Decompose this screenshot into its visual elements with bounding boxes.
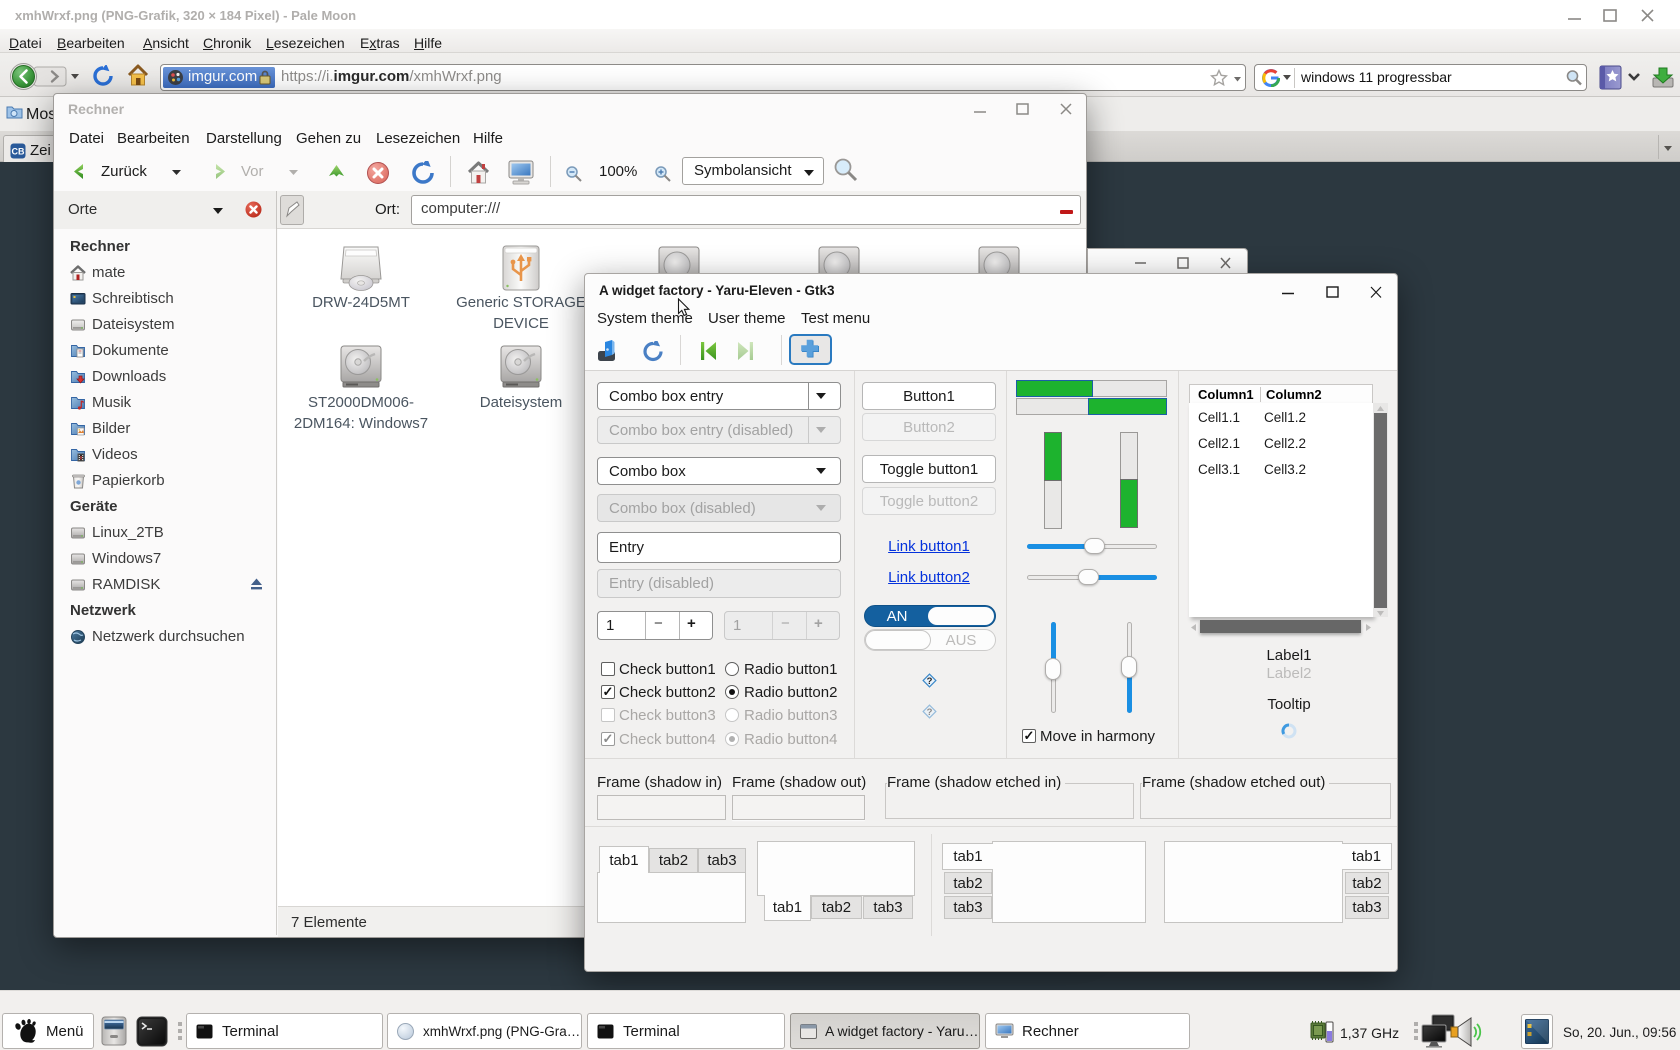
svg-text:?: ? [927,707,933,718]
svg-text:?: ? [927,676,933,687]
svg-text:CB: CB [12,147,25,157]
